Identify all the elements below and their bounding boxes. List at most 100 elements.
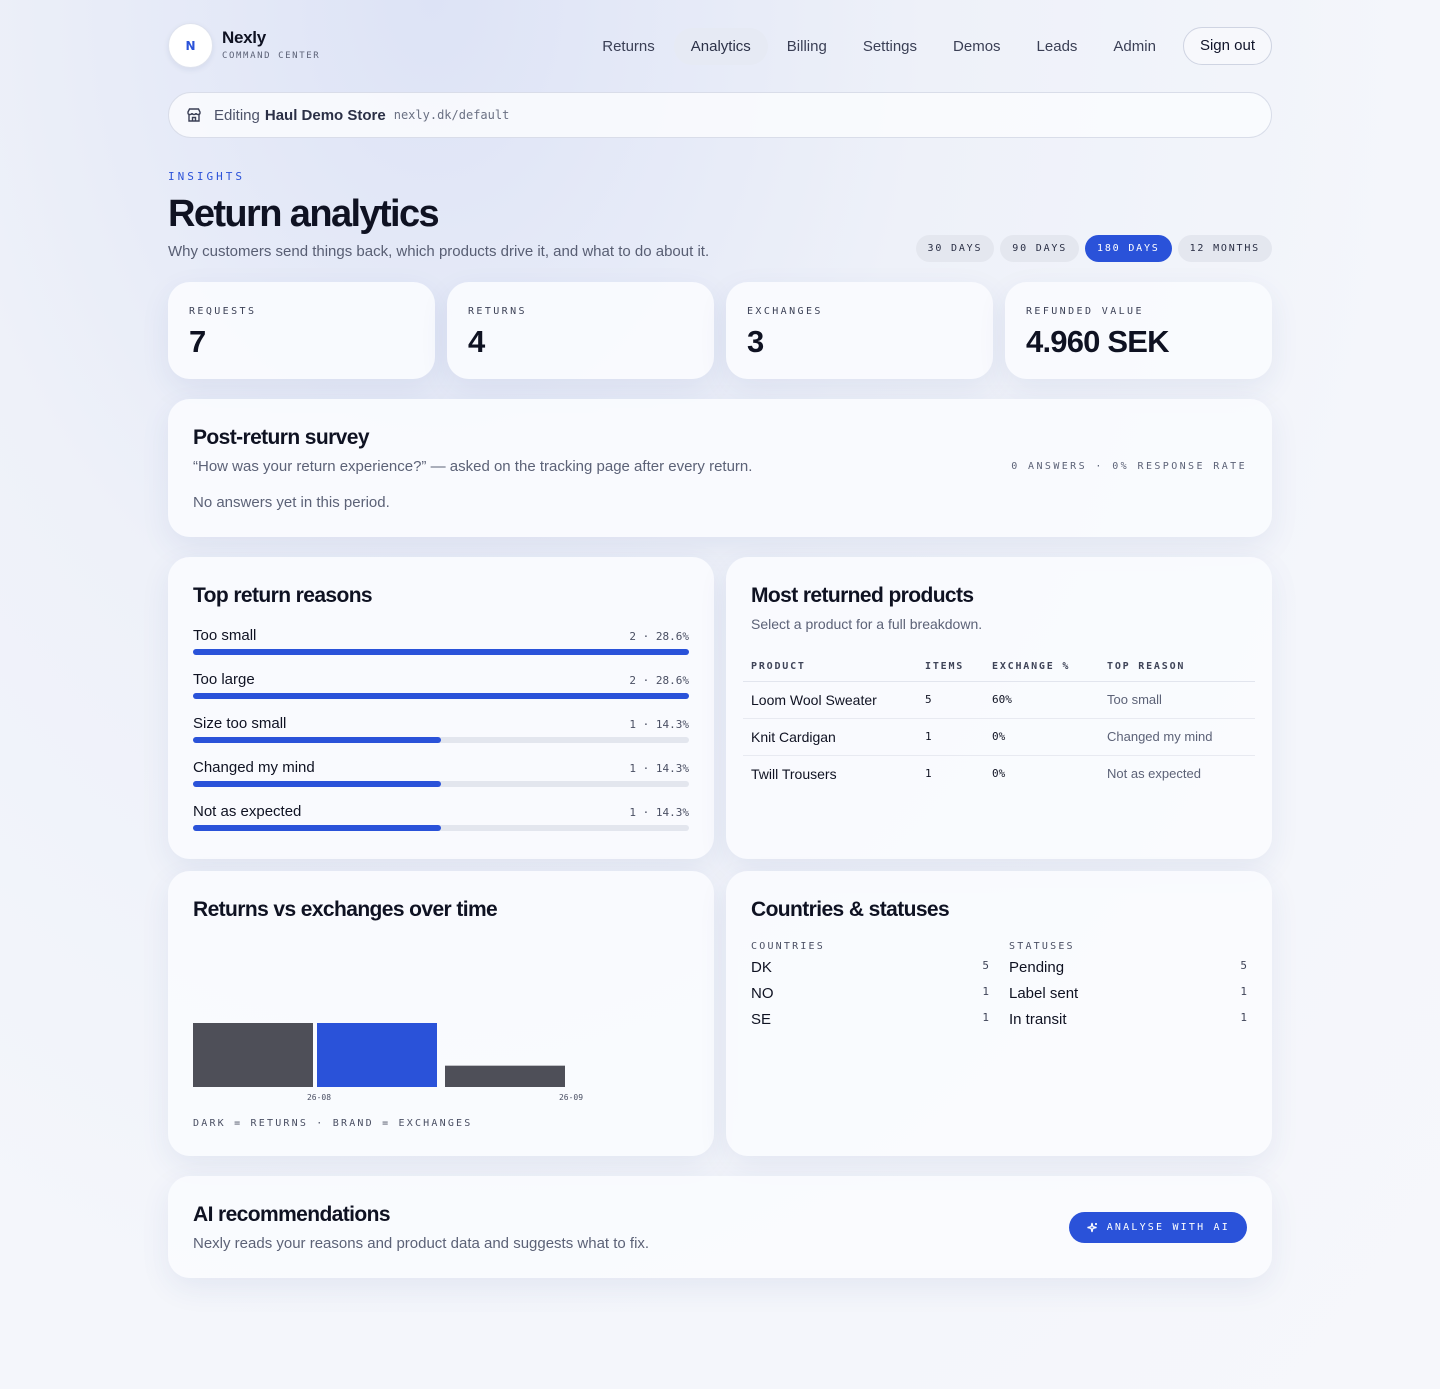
stat-label: RETURNS [468,306,527,317]
products-subtitle: Select a product for a full breakdown. [751,616,983,632]
product-name: Knit Cardigan [743,718,917,756]
nav-leads[interactable]: Leads [1020,28,1095,65]
stat-requests: REQUESTS 7 [168,282,435,379]
reason-name: Not as expected [193,803,302,820]
nav-returns[interactable]: Returns [585,28,672,65]
status-count: 5 [1240,959,1247,972]
country-name: SE [751,1011,772,1028]
survey-title: Post-return survey [193,426,370,449]
status-count: 1 [1240,1011,1247,1024]
reason-row: Size too small 1 · 14.3% [193,715,689,751]
reason-bar-track [193,737,689,743]
stat-value: 4.960 SEK [1026,324,1170,359]
bar-exchanges-26-08 [317,1023,437,1087]
stat-value: 7 [189,324,206,359]
main-nav: Returns Analytics Billing Settings Demos… [583,27,1272,65]
reason-count: 2 · 28.6% [629,630,689,643]
reason-row: Too large 2 · 28.6% [193,671,689,707]
statuses-column: STATUSES Pending 5 Label sent 1 In transit… [1009,941,1247,1037]
product-top-reason: Not as expected [1107,766,1201,782]
product-name: Loom Wool Sweater [743,681,917,719]
nav-billing[interactable]: Billing [770,28,844,65]
product-exchange: 0% [992,767,1006,781]
table-header-row: PRODUCT ITEMS EXCHANGE % TOP REASON [743,653,1255,682]
editing-prefix: Editing [214,106,260,124]
store-domain: nexly.dk/default [393,108,510,122]
sign-out-button[interactable]: Sign out [1182,27,1272,65]
reason-count: 1 · 14.3% [629,806,689,819]
range-12-months[interactable]: 12 MONTHS [1177,235,1272,262]
countries-heading: COUNTRIES [751,941,825,952]
list-item: Pending 5 [1009,959,1247,985]
ai-subtitle: Nexly reads your reasons and product dat… [193,1235,650,1252]
stat-returns: RETURNS 4 [447,282,714,379]
reason-name: Too large [193,671,255,688]
status-name: Label sent [1009,985,1079,1002]
x-tick-label: 26-09 [559,1093,583,1102]
col-items[interactable]: ITEMS [917,653,984,682]
store-context-bar[interactable]: Editing Haul Demo Store nexly.dk/default [168,92,1272,138]
stat-exchanges: EXCHANGES 3 [726,282,993,379]
product-items: 5 [917,681,984,719]
nav-admin[interactable]: Admin [1096,28,1173,65]
sparkle-icon [1087,1222,1097,1232]
stat-label: EXCHANGES [747,306,823,317]
nav-analytics[interactable]: Analytics [673,27,768,65]
statuses-heading: STATUSES [1009,941,1075,952]
countries-statuses-card: Countries & statuses COUNTRIES DK 5 NO 1 S… [726,871,1272,1156]
survey-question: “How was your return experience?” — aske… [193,458,753,475]
nav-demos[interactable]: Demos [936,28,1018,65]
col-exchange[interactable]: EXCHANGE % [984,653,1099,682]
range-180-days[interactable]: 180 DAYS [1085,235,1172,262]
reason-count: 1 · 14.3% [629,762,689,775]
page-title: Return analytics [168,193,440,235]
returned-products-card: Most returned products Select a product … [726,557,1272,859]
products-table: PRODUCT ITEMS EXCHANGE % TOP REASON Loom… [743,653,1255,792]
product-exchange: 60% [984,681,1099,719]
list-item: DK 5 [751,959,989,985]
store-icon [187,108,201,122]
product-exchange: 0% [984,718,1099,756]
product-items: 1 [925,767,932,781]
survey-card: Post-return survey “How was your return … [168,399,1272,537]
table-row[interactable]: Twill Trousers 1 0% Not as expected [743,755,1255,792]
reason-name: Changed my mind [193,759,315,776]
nav-settings[interactable]: Settings [846,28,934,65]
reason-row: Too small 2 · 28.6% [193,627,689,663]
reasons-title: Top return reasons [193,584,373,607]
status-name: In transit [1009,1011,1067,1028]
brand-name: Nexly [222,28,266,47]
reason-bar-fill [193,649,689,655]
reason-row: Not as expected 1 · 14.3% [193,803,689,839]
analyse-with-ai-button[interactable]: ANALYSE WITH AI [1068,1212,1247,1243]
status-count: 1 [1240,985,1247,998]
product-items: 1 [917,718,984,756]
logo[interactable]: N [168,23,213,68]
reason-row: Changed my mind 1 · 14.3% [193,759,689,795]
brand-subtitle: COMMAND CENTER [222,51,321,61]
logo-glyph: N [185,38,196,53]
list-item: SE 1 [751,1011,989,1037]
ai-recommendations-card: AI recommendations Nexly reads your reas… [168,1176,1272,1278]
range-30-days[interactable]: 30 DAYS [915,235,995,262]
product-top-reason: Too small [1099,681,1255,719]
stat-label: REQUESTS [189,306,257,317]
range-selector: 30 DAYS 90 DAYS 180 DAYS 12 MONTHS [910,235,1272,262]
list-item: In transit 1 [1009,1011,1247,1037]
bar-returns-26-08 [193,1023,313,1087]
reason-name: Size too small [193,715,287,732]
returns-exchanges-chart: 26-08 26-09 [193,1023,583,1102]
products-title: Most returned products [751,584,974,607]
top-bar: N Nexly COMMAND CENTER Returns Analytics… [168,23,1272,69]
survey-empty-state: No answers yet in this period. [193,494,390,511]
reason-bar-track [193,781,689,787]
table-row[interactable]: Knit Cardigan 1 0% Changed my mind [743,718,1255,756]
reason-bar-fill [193,737,441,743]
x-tick-label: 26-08 [307,1093,331,1102]
col-product[interactable]: PRODUCT [743,653,917,682]
status-name: Pending [1009,959,1065,976]
range-90-days[interactable]: 90 DAYS [1000,235,1080,262]
col-top-reason[interactable]: TOP REASON [1099,653,1255,682]
country-count: 5 [982,959,989,972]
table-row[interactable]: Loom Wool Sweater 5 60% Too small [743,681,1255,719]
